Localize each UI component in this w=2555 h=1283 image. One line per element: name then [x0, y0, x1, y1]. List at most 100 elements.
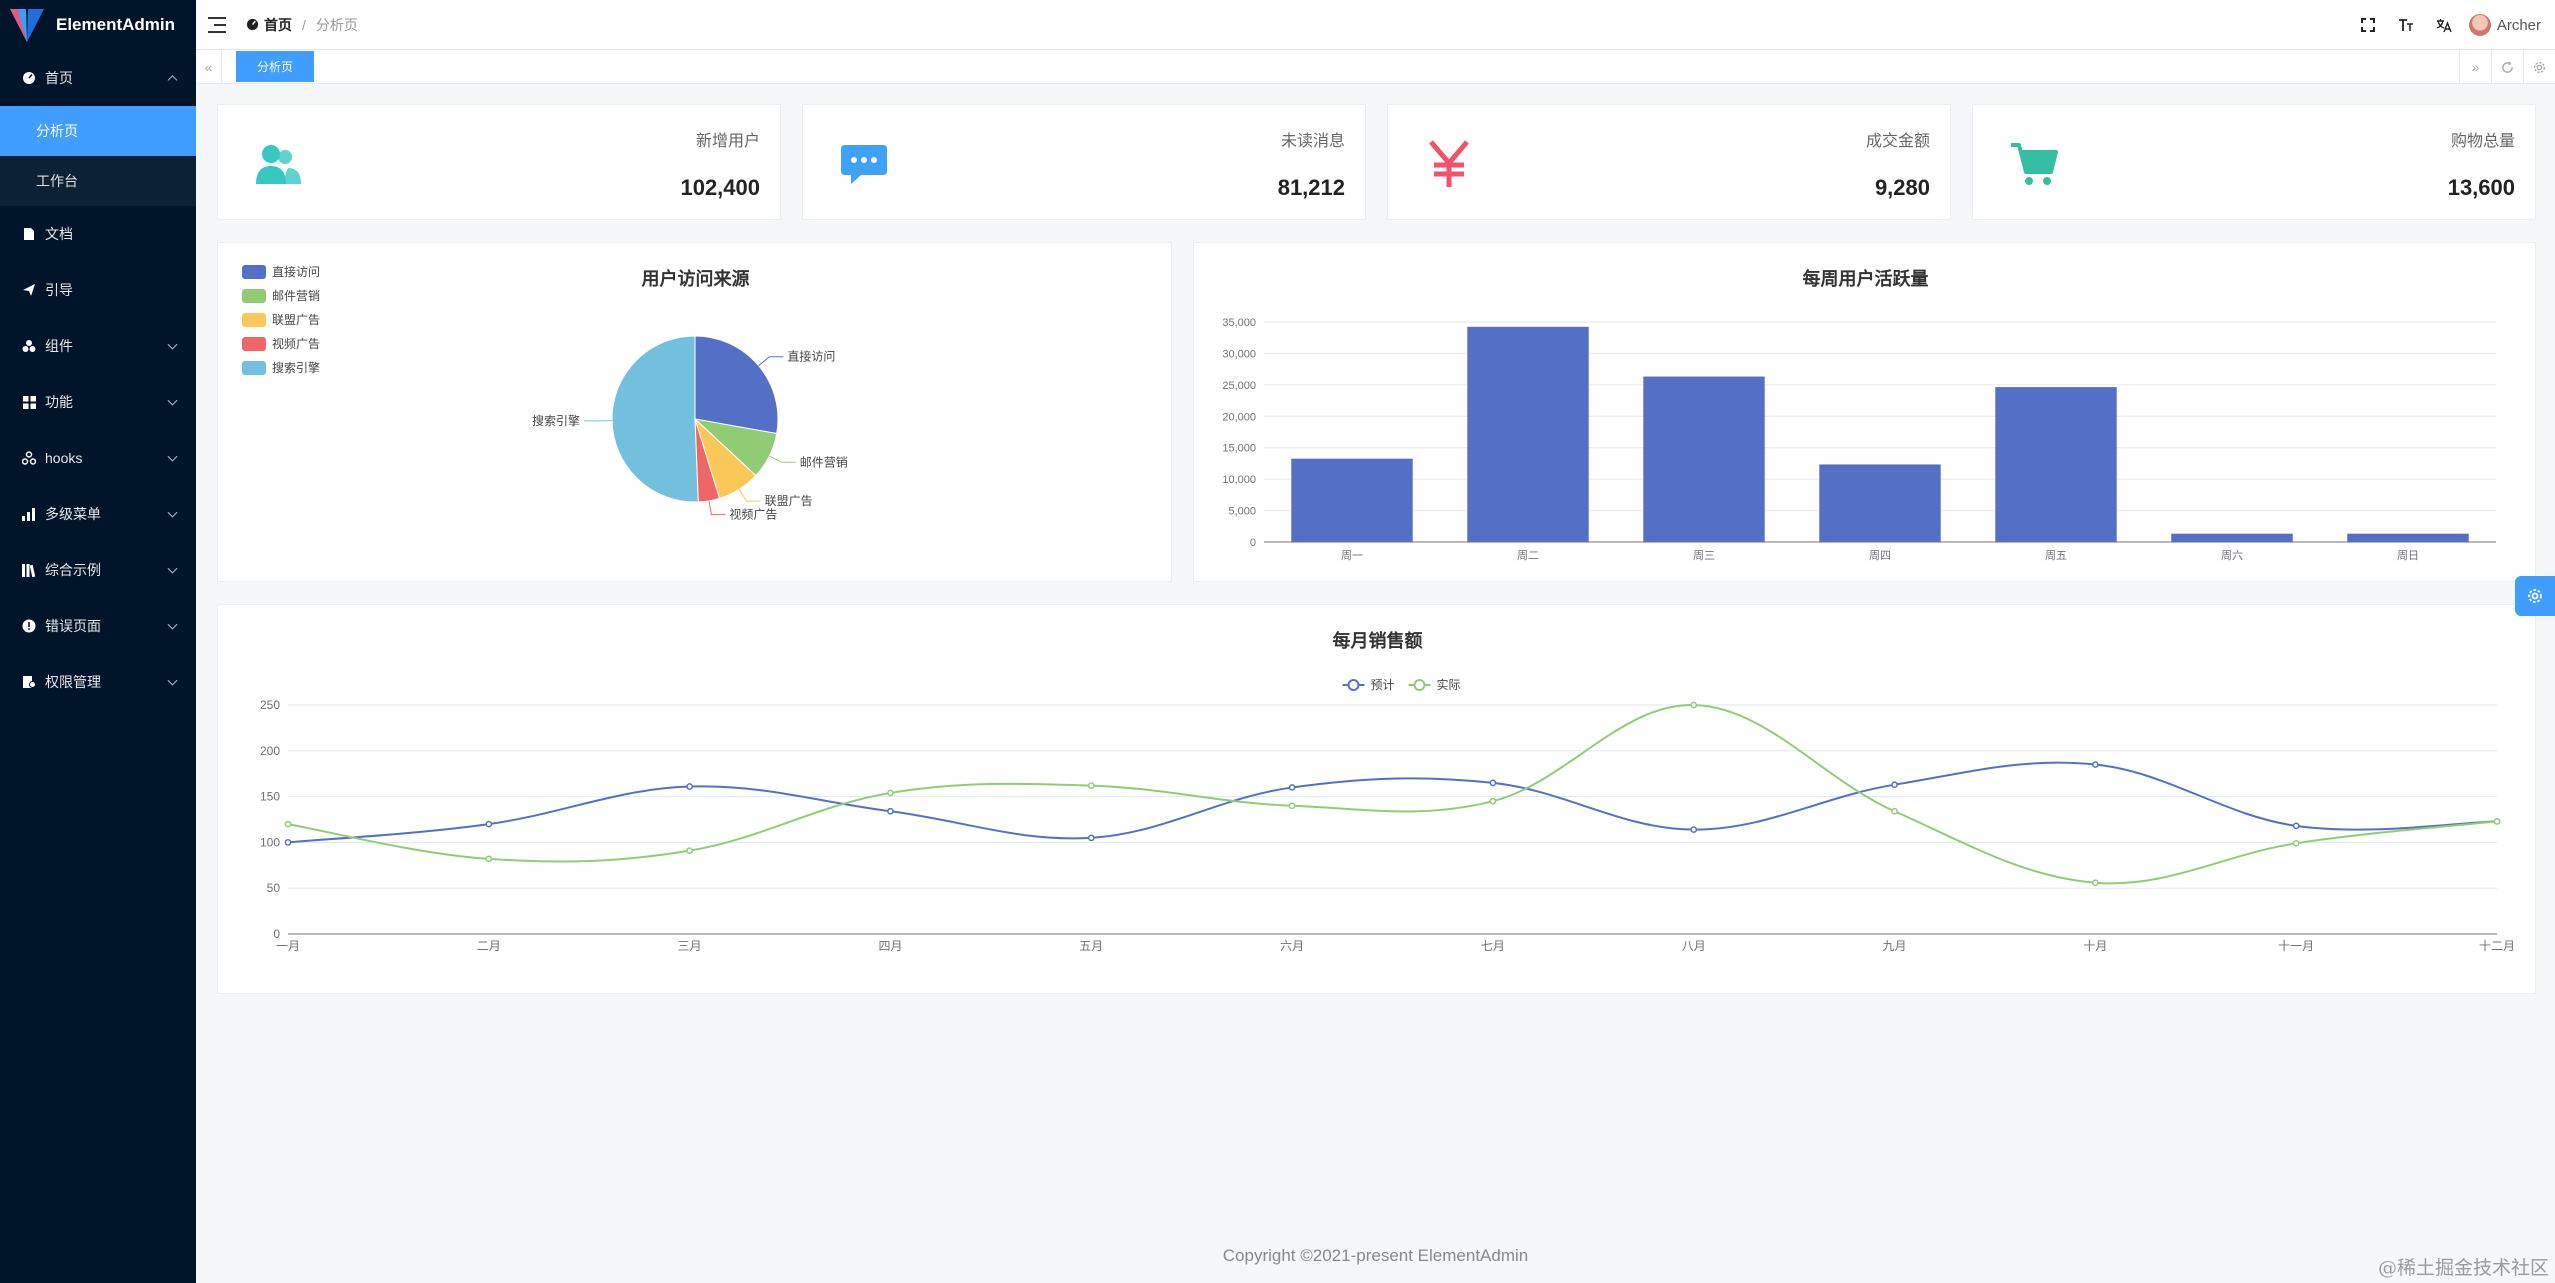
data-point[interactable]: [1288, 802, 1296, 810]
x-tick-label: 周日: [2397, 549, 2419, 562]
pie-label-line: [769, 455, 796, 463]
data-point[interactable]: [686, 847, 693, 854]
scroll-left-icon[interactable]: «: [196, 50, 222, 84]
data-point[interactable]: [1489, 779, 1497, 787]
chevron-up-icon: [167, 75, 178, 86]
legend-item[interactable]: 实际: [1408, 677, 1461, 692]
sidebar-item-multilevel[interactable]: 多级菜单: [0, 486, 196, 542]
data-point[interactable]: [1891, 807, 1898, 815]
fullscreen-icon[interactable]: [2349, 0, 2387, 50]
lock-icon: [22, 675, 36, 689]
avatar[interactable]: [2468, 14, 2491, 36]
sidebar-item-errors[interactable]: 错误页面: [0, 598, 196, 654]
sidebar-item-guide[interactable]: 引导: [0, 262, 196, 318]
yen-icon: [1429, 140, 1469, 187]
bar-chart: 0 5,000 10,000 15,000 20,000 25,000 30,000 35,0…: [1222, 317, 2496, 562]
pie-slice[interactable]: [611, 335, 699, 503]
y-tick-label: 25,000: [1222, 380, 1256, 392]
data-point[interactable]: [1087, 834, 1095, 842]
x-tick-label: 一月: [276, 939, 300, 953]
stat-value: 13,600: [2447, 175, 2515, 200]
bar[interactable]: [1291, 458, 1413, 542]
legend-item[interactable]: 预计: [1342, 678, 1395, 692]
data-point[interactable]: [2292, 822, 2300, 830]
data-point[interactable]: [887, 807, 894, 815]
header-actions: Archer: [2349, 0, 2541, 50]
sidebar-item-label: 权限管理: [45, 674, 101, 690]
menu-collapse-icon[interactable]: [208, 16, 226, 33]
bar[interactable]: [1467, 326, 1589, 542]
stat-label: 未读消息: [1280, 133, 1345, 150]
data-point[interactable]: [1690, 701, 1698, 709]
message-icon: [841, 145, 887, 184]
app-name: ElementAdmin: [56, 15, 176, 34]
legend-label: 实际: [1437, 677, 1461, 692]
exclamation-icon: [22, 619, 36, 633]
sidebar-item-components[interactable]: 组件: [0, 318, 196, 374]
pie-slice[interactable]: [694, 335, 779, 435]
sidebar-item-label: hooks: [45, 450, 83, 466]
sidebar-item-permissions[interactable]: 权限管理: [0, 654, 196, 710]
hooks-icon: [22, 451, 36, 465]
y-tick-label: 250: [260, 698, 280, 712]
data-point[interactable]: [1891, 781, 1898, 789]
data-point[interactable]: [485, 855, 493, 863]
sidebar-item-label: 首页: [45, 70, 73, 86]
library-icon: [22, 563, 36, 577]
refresh-icon[interactable]: [2491, 50, 2523, 84]
data-point[interactable]: [485, 820, 493, 828]
sidebar-item-features[interactable]: 功能: [0, 374, 196, 430]
sidebar-item-hooks[interactable]: hooks: [0, 430, 196, 486]
pie-label: 邮件营销: [800, 455, 848, 469]
y-tick-label: 30,000: [1222, 348, 1256, 360]
y-tick-label: 0: [1250, 537, 1256, 549]
y-tick-label: 150: [260, 790, 280, 804]
cart-icon: [2011, 143, 2058, 185]
chevron-down-icon: [167, 563, 178, 574]
bar[interactable]: [1643, 376, 1765, 542]
data-point[interactable]: [2092, 879, 2099, 887]
data-point[interactable]: [2092, 761, 2099, 768]
bar[interactable]: [2347, 533, 2469, 542]
user-name[interactable]: Archer: [2497, 17, 2541, 34]
sidebar-item-examples[interactable]: 综合示例: [0, 542, 196, 598]
language-icon[interactable]: [2425, 0, 2463, 50]
logo[interactable]: ElementAdmin: [0, 0, 196, 50]
bar[interactable]: [1819, 464, 1941, 542]
x-tick-label: 三月: [678, 939, 702, 953]
data-point[interactable]: [1690, 826, 1698, 833]
sidebar-item-label: 工作台: [36, 173, 78, 189]
document-icon: [22, 227, 36, 241]
bar[interactable]: [1995, 387, 2117, 542]
x-tick-label: 九月: [1883, 939, 1907, 953]
sidebar-item-workbench[interactable]: 工作台: [0, 156, 196, 206]
series-line: [287, 761, 2498, 844]
data-point[interactable]: [284, 820, 292, 828]
y-tick-label: 5,000: [1228, 506, 1256, 518]
data-point[interactable]: [2493, 817, 2501, 825]
legend-label: 预计: [1371, 678, 1395, 692]
data-point[interactable]: [1489, 797, 1497, 805]
data-point[interactable]: [887, 789, 894, 797]
pie-label: 搜索引擎: [532, 413, 580, 428]
data-point[interactable]: [686, 783, 693, 790]
sidebar-item-label: 分析页: [36, 123, 78, 139]
breadcrumb-home[interactable]: 首页: [246, 15, 292, 35]
data-point[interactable]: [2292, 839, 2300, 847]
stat-card-shopping-total: 购物总量 13,600: [1972, 104, 2536, 220]
sidebar-item-docs[interactable]: 文档: [0, 206, 196, 262]
tab-settings-icon[interactable]: [2523, 50, 2555, 84]
settings-drawer-button[interactable]: [2515, 576, 2555, 616]
x-tick-label: 十月: [2083, 939, 2107, 953]
sidebar-item-analysis[interactable]: 分析页: [0, 106, 196, 156]
sidebar-item-home[interactable]: 首页: [0, 50, 196, 106]
font-size-icon[interactable]: [2387, 0, 2425, 50]
bar[interactable]: [2171, 533, 2293, 542]
data-point[interactable]: [284, 839, 292, 846]
gear-icon: [2528, 589, 2542, 603]
data-point[interactable]: [1087, 782, 1095, 789]
scroll-right-icon[interactable]: »: [2459, 50, 2491, 84]
pie-chart: 直接访问邮件营销联盟广告视频广告 搜索引擎: [532, 335, 848, 522]
tab-analysis[interactable]: 分析页: [236, 51, 314, 82]
data-point[interactable]: [1288, 784, 1296, 791]
